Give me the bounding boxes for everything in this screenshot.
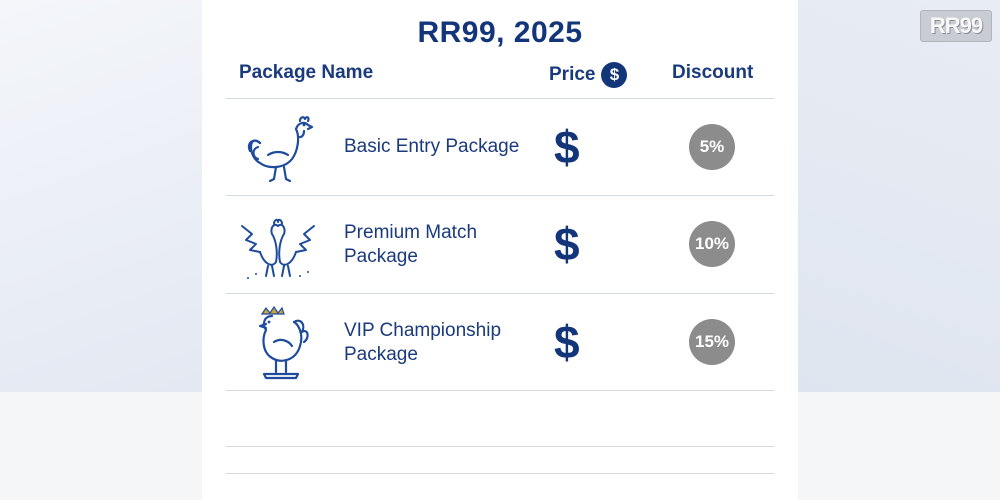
brand-logo[interactable]: RR99: [920, 10, 992, 42]
package-name: Basic Entry Package: [344, 136, 520, 157]
discount-badge: 10%: [689, 221, 735, 267]
crowned-rooster-icon: [258, 305, 309, 380]
page-title: RR99, 2025: [417, 16, 583, 49]
package-name: VIP Championship Package: [344, 320, 502, 365]
price-symbol: $: [554, 121, 580, 173]
fighting-roosters-icon: [241, 218, 315, 279]
dollar-circle-icon: $: [601, 62, 628, 88]
table-row[interactable]: VIP Championship Package $ 15%: [202, 294, 798, 390]
package-name: Premium Match Package: [344, 222, 478, 267]
price-symbol: $: [554, 316, 580, 368]
background-left-panel: [0, 0, 205, 392]
discount-badge: 15%: [689, 319, 735, 365]
table-row[interactable]: Basic Entry Package $ 5%: [202, 99, 798, 195]
table-row[interactable]: Premium Match Package $ 10%: [202, 196, 798, 292]
price-symbol: $: [554, 218, 580, 270]
divider: [226, 446, 774, 447]
discount-badge: 5%: [689, 124, 735, 170]
column-header-price-label: Price: [549, 64, 596, 85]
column-header-price: Price $: [549, 62, 628, 88]
pricing-card: RR99, 2025 Package Name Price $ Discount…: [202, 0, 798, 500]
divider: [226, 390, 774, 391]
column-header-package-name: Package Name: [239, 62, 374, 83]
divider: [226, 473, 774, 474]
background-right-panel: [795, 0, 1000, 392]
column-header-discount: Discount: [672, 62, 754, 83]
rooster-icon: [247, 116, 314, 183]
